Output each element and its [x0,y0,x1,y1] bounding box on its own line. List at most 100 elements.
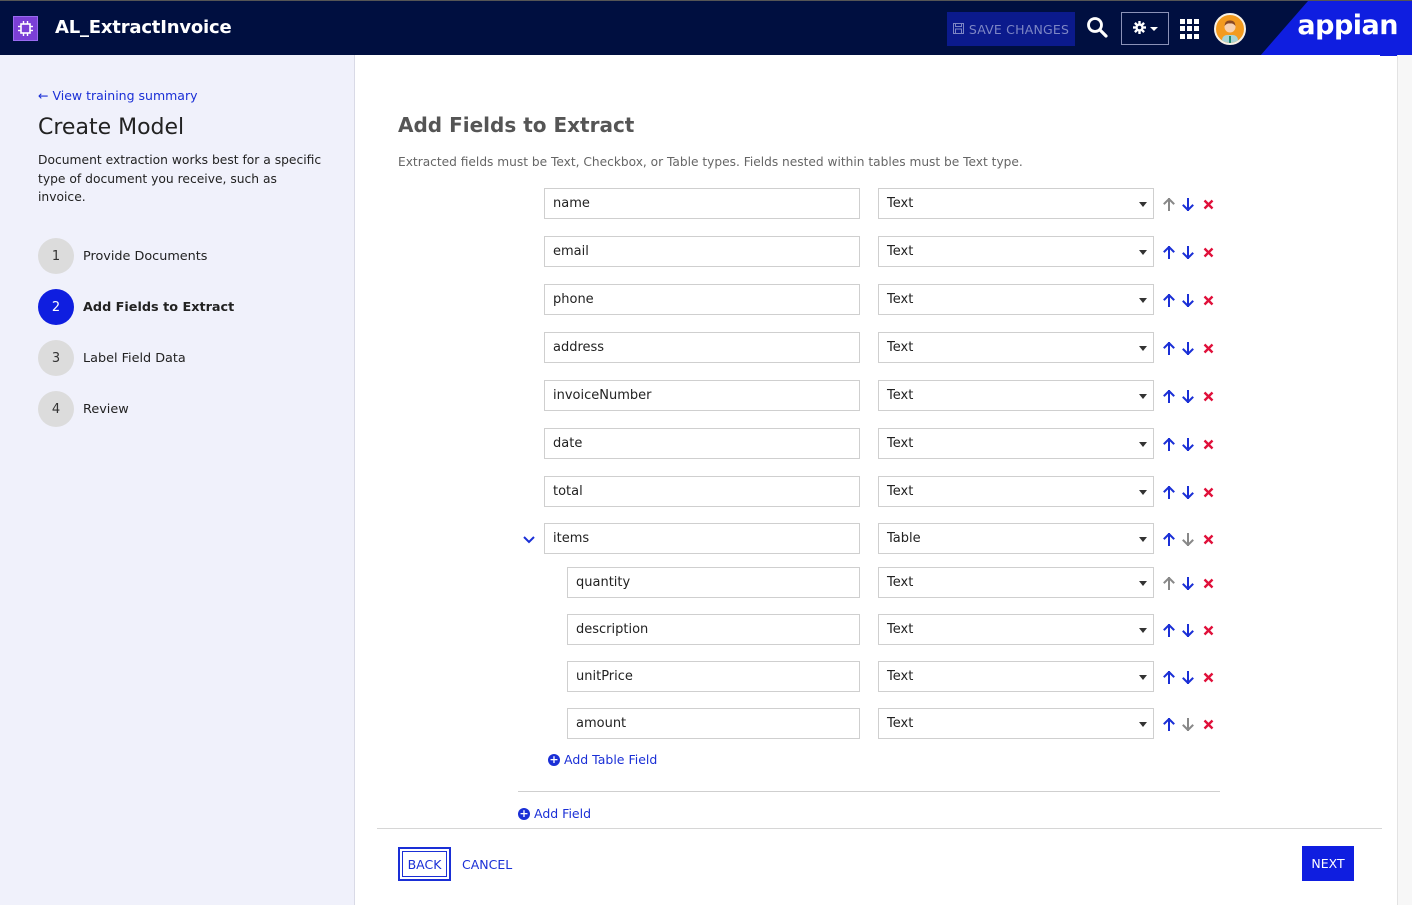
back-button[interactable]: BACK [398,847,451,881]
delete-icon[interactable] [1200,196,1216,212]
sidebar-description: Document extraction works best for a spe… [38,153,322,204]
dropdown-caret-icon [1139,675,1147,680]
move-up-icon[interactable] [1161,196,1177,212]
move-down-icon[interactable] [1180,292,1196,308]
field-name-input[interactable]: email [544,236,860,267]
delete-icon[interactable] [1200,575,1216,591]
delete-icon[interactable] [1200,531,1216,547]
field-name-input[interactable]: address [544,332,860,363]
field-name-input[interactable]: name [544,188,860,219]
top-bar: AL_ExtractInvoice SAVE CHANGES appian [0,0,1412,56]
move-up-icon[interactable] [1161,340,1177,356]
field-name-input[interactable]: items [544,523,860,554]
delete-icon[interactable] [1200,292,1216,308]
field-name-input[interactable]: date [544,428,860,459]
move-down-icon[interactable] [1180,436,1196,452]
move-down-icon[interactable] [1180,196,1196,212]
move-down-icon[interactable] [1180,244,1196,260]
move-up-icon[interactable] [1161,531,1177,547]
delete-icon[interactable] [1200,669,1216,685]
field-type-value: Text [887,575,914,590]
step-add-fields[interactable]: 2 Add Fields to Extract [38,289,234,325]
field-name-input[interactable]: invoiceNumber [544,380,860,411]
move-up-icon[interactable] [1161,244,1177,260]
field-type-dropdown[interactable]: Text [878,332,1154,363]
search-icon[interactable] [1086,16,1112,42]
field-type-dropdown[interactable]: Text [878,661,1154,692]
field-name-input[interactable]: unitPrice [567,661,860,692]
dropdown-caret-icon [1139,394,1147,399]
move-up-icon[interactable] [1161,622,1177,638]
field-type-dropdown[interactable]: Text [878,708,1154,739]
step-label: Label Field Data [83,350,186,366]
field-type-value: Text [887,484,914,499]
move-down-icon[interactable] [1180,388,1196,404]
field-type-value: Text [887,716,914,731]
add-field-link[interactable]: + Add Field [518,806,591,821]
field-type-dropdown[interactable]: Text [878,380,1154,411]
step-label-field-data[interactable]: 3 Label Field Data [38,340,186,376]
field-type-value: Text [887,292,914,307]
delete-icon[interactable] [1200,716,1216,732]
user-avatar[interactable] [1214,13,1246,45]
move-up-icon[interactable] [1161,292,1177,308]
step-provide-documents[interactable]: 1 Provide Documents [38,238,207,274]
move-down-icon[interactable] [1180,484,1196,500]
field-type-dropdown[interactable]: Table [878,523,1154,554]
page-title: Add Fields to Extract [398,113,635,137]
delete-icon[interactable] [1200,436,1216,452]
dropdown-caret-icon [1139,537,1147,542]
delete-icon[interactable] [1200,340,1216,356]
add-table-field-link[interactable]: + Add Table Field [548,752,657,767]
scrollbar[interactable] [1397,55,1412,905]
move-down-icon[interactable] [1180,575,1196,591]
move-up-icon[interactable] [1161,575,1177,591]
delete-icon[interactable] [1200,622,1216,638]
settings-menu-button[interactable] [1121,12,1169,45]
save-changes-label: SAVE CHANGES [968,21,1070,37]
move-down-icon[interactable] [1180,716,1196,732]
dropdown-caret-icon [1139,490,1147,495]
move-down-icon[interactable] [1180,531,1196,547]
chevron-down-icon[interactable] [522,531,536,545]
footer-divider [377,828,1382,829]
next-button[interactable]: NEXT [1302,846,1354,881]
delete-icon[interactable] [1200,244,1216,260]
move-up-icon[interactable] [1161,669,1177,685]
field-type-dropdown[interactable]: Text [878,428,1154,459]
field-name-input[interactable]: total [544,476,860,507]
view-training-summary-link[interactable]: ← View training summary [38,88,198,103]
field-name-input[interactable]: quantity [567,567,860,598]
gear-icon [1132,19,1146,38]
step-label: Provide Documents [83,248,208,264]
move-up-icon[interactable] [1161,436,1177,452]
move-down-icon[interactable] [1180,622,1196,638]
move-up-icon[interactable] [1161,484,1177,500]
grid-icon[interactable] [1180,19,1200,39]
delete-icon[interactable] [1200,388,1216,404]
cancel-button[interactable]: CANCEL [462,847,512,881]
save-changes-button[interactable]: SAVE CHANGES [947,12,1075,46]
field-type-dropdown[interactable]: Text [878,476,1154,507]
move-down-icon[interactable] [1180,669,1196,685]
field-type-dropdown[interactable]: Text [878,188,1154,219]
field-name-input[interactable]: phone [544,284,860,315]
page-description: Extracted fields must be Text, Checkbox,… [398,155,1023,169]
step-review[interactable]: 4 Review [38,391,129,427]
field-name-input[interactable]: amount [567,708,860,739]
divider [518,791,1220,792]
field-type-dropdown[interactable]: Text [878,236,1154,267]
dropdown-caret-icon [1139,442,1147,447]
dropdown-caret-icon [1139,202,1147,207]
dropdown-caret-icon [1139,722,1147,727]
field-type-dropdown[interactable]: Text [878,614,1154,645]
step-number: 1 [38,238,74,274]
move-up-icon[interactable] [1161,716,1177,732]
field-type-dropdown[interactable]: Text [878,567,1154,598]
save-disk-icon [952,22,964,37]
move-down-icon[interactable] [1180,340,1196,356]
field-name-input[interactable]: description [567,614,860,645]
delete-icon[interactable] [1200,484,1216,500]
field-type-dropdown[interactable]: Text [878,284,1154,315]
move-up-icon[interactable] [1161,388,1177,404]
